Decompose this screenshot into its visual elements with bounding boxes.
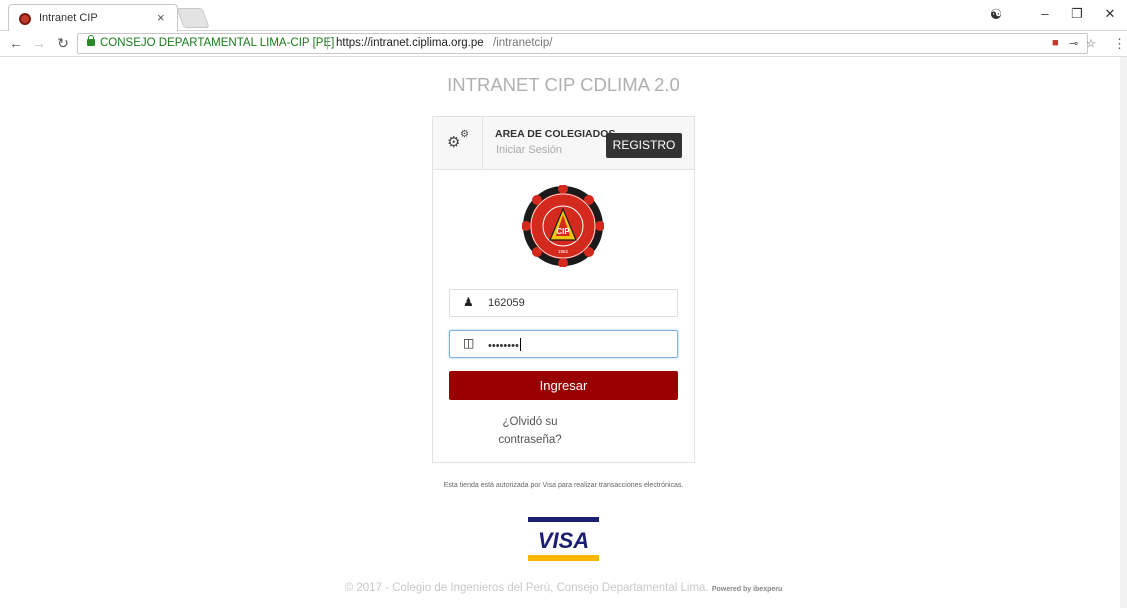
- card-header: ⚙ ⚙ AREA DE COLEGIADOS Iniciar Sesión RE…: [433, 117, 694, 170]
- secure-site-name: CONSEJO DEPARTAMENTAL LIMA-CIP [PE]: [100, 37, 335, 49]
- blocked-popup-icon[interactable]: ■: [1052, 37, 1059, 49]
- cip-logo: CIP 1962: [522, 185, 604, 267]
- page-scrollbar[interactable]: [1120, 57, 1127, 608]
- gears-icon: ⚙ ⚙: [433, 117, 483, 169]
- url-separator: |: [326, 36, 330, 50]
- area-subtitle: Iniciar Sesión: [496, 144, 563, 156]
- password-field[interactable]: ◫ ••••••••: [449, 330, 678, 358]
- menu-icon[interactable]: ⋮: [1113, 36, 1126, 52]
- new-tab-button[interactable]: [176, 8, 210, 28]
- restore-icon[interactable]: ❐: [1068, 6, 1086, 22]
- browser-tab[interactable]: Intranet CIP ×: [8, 4, 178, 31]
- user-icon: ♟: [463, 295, 474, 309]
- text-caret: [519, 338, 521, 351]
- browser-toolbar: ← → ↻ CONSEJO DEPARTAMENTAL LIMA-CIP [PE…: [0, 31, 1127, 57]
- powered-by[interactable]: Powered by ibexperu: [712, 586, 782, 593]
- visa-note: Esta tienda está autorizada por Visa par…: [443, 482, 684, 489]
- unlock-icon: ◫: [463, 336, 475, 350]
- favicon-icon: [19, 13, 31, 25]
- key-icon[interactable]: ⊸: [1069, 37, 1078, 50]
- url-host: https://intranet.ciplima.org.pe: [336, 37, 484, 49]
- forgot-line-1: ¿Olvidó su: [502, 416, 558, 428]
- reload-icon[interactable]: ↻: [55, 35, 71, 52]
- back-arrow-icon[interactable]: ←: [8, 35, 24, 51]
- star-icon[interactable]: ☆: [1086, 37, 1096, 50]
- visa-logo-text: VISA: [538, 528, 589, 553]
- password-wrapper: ••••••••: [488, 338, 521, 352]
- gear-small-icon: ⚙: [460, 129, 469, 140]
- lock-icon[interactable]: [87, 35, 95, 46]
- submit-button[interactable]: Ingresar: [449, 371, 678, 400]
- logo-letters: CIP: [556, 227, 570, 236]
- login-card: ⚙ ⚙ AREA DE COLEGIADOS Iniciar Sesión RE…: [432, 116, 695, 463]
- footer-text: © 2017 - Colegio de Ingenieros del Perú,…: [344, 582, 709, 594]
- browser-tabstrip: Intranet CIP × ☯ – ❐ ✕: [0, 0, 1127, 31]
- register-button[interactable]: REGISTRO: [606, 133, 682, 158]
- username-field[interactable]: ♟ 162059: [449, 289, 678, 317]
- logo-year: 1962: [558, 249, 569, 254]
- close-icon[interactable]: ✕: [1101, 6, 1119, 22]
- footer: © 2017 - Colegio de Ingenieros del Perú,…: [200, 582, 927, 594]
- url-path: /intranetcip/: [493, 37, 553, 49]
- address-bar[interactable]: CONSEJO DEPARTAMENTAL LIMA-CIP [PE] | ht…: [77, 33, 1096, 54]
- account-icon[interactable]: ☯: [987, 6, 1005, 23]
- forgot-line-2: contraseña?: [498, 434, 562, 446]
- tab-title: Intranet CIP: [39, 12, 98, 24]
- forgot-password-link[interactable]: ¿Olvidó su contraseña?: [485, 413, 575, 449]
- area-title: AREA DE COLEGIADOS: [495, 128, 616, 140]
- visa-logo: VISA: [528, 517, 599, 561]
- username-value: 162059: [488, 297, 525, 309]
- tab-close-icon[interactable]: ×: [157, 10, 165, 25]
- forward-arrow-icon[interactable]: →: [31, 35, 47, 51]
- page-title: INTRANET CIP CDLIMA 2.0: [447, 74, 680, 95]
- gear-icon: ⚙: [447, 134, 461, 151]
- password-value: ••••••••: [488, 340, 519, 352]
- minimize-icon[interactable]: –: [1036, 6, 1054, 21]
